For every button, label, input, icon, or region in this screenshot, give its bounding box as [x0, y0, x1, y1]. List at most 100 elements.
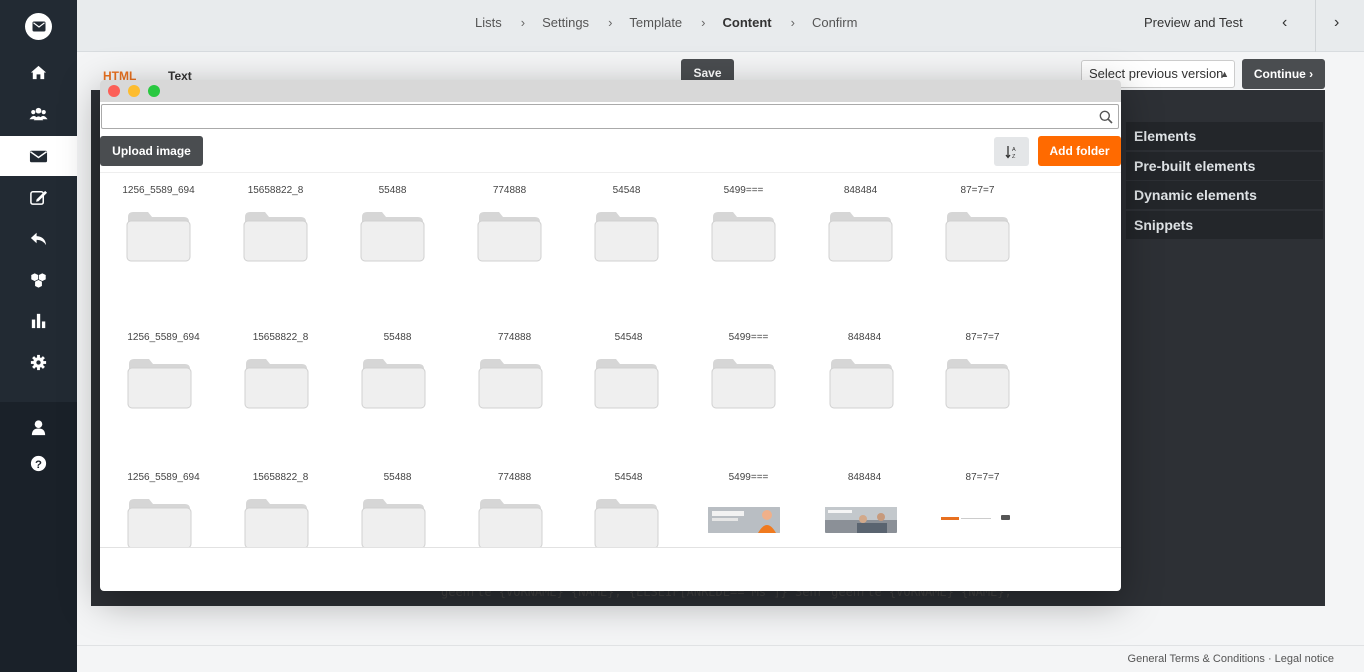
folder-icon: [711, 212, 776, 262]
folder-name: 1256_5589_694: [127, 332, 200, 343]
chevron-right-icon: ›: [701, 15, 706, 30]
folder-icon: [478, 499, 543, 547]
folder-icon: [244, 359, 309, 409]
breadcrumb-content[interactable]: Content: [723, 15, 772, 30]
folder-name: 87=7=7: [960, 185, 995, 196]
folder-item[interactable]: 15658822_8: [222, 332, 339, 472]
folder-icon: [594, 212, 659, 262]
folder-icon: [243, 212, 308, 262]
chevron-left-icon[interactable]: ‹: [1282, 14, 1287, 32]
panel-snippets[interactable]: Snippets: [1126, 211, 1323, 239]
folder-item[interactable]: 848484: [802, 185, 919, 325]
top-bar: Lists › Settings › Template › Content › …: [77, 0, 1364, 52]
breadcrumb: Lists › Settings › Template › Content › …: [475, 15, 857, 30]
app-logo-icon[interactable]: [25, 13, 52, 40]
folder-icon: [127, 499, 192, 547]
folder-grid: 1256_5589_694 15658822_8 55488 774888 54…: [100, 173, 1121, 547]
chevron-right-icon: ›: [608, 15, 613, 30]
minimize-window-icon[interactable]: [128, 85, 140, 97]
folder-name: 15658822_8: [252, 332, 309, 343]
folder-item[interactable]: 55488: [339, 332, 456, 472]
folder-item[interactable]: 55488: [334, 185, 451, 325]
cubes-icon[interactable]: [0, 260, 77, 300]
add-folder-button[interactable]: Add folder: [1038, 136, 1121, 166]
image-thumbnail: [941, 507, 1013, 533]
panel-elements[interactable]: Elements: [1126, 122, 1323, 150]
close-window-icon[interactable]: [108, 85, 120, 97]
folder-item[interactable]: 55488: [339, 472, 456, 547]
preview-and-test-link[interactable]: Preview and Test: [1144, 15, 1243, 30]
folder-icon: [828, 212, 893, 262]
continue-button[interactable]: Continue ›: [1242, 59, 1325, 89]
help-icon[interactable]: ?: [0, 443, 77, 483]
bar-chart-icon[interactable]: [0, 300, 77, 340]
panel-dynamic-elements[interactable]: Dynamic elements: [1126, 181, 1323, 209]
image-thumbnail: [708, 507, 780, 533]
folder-icon: [711, 359, 776, 409]
folder-item[interactable]: 15658822_8: [222, 472, 339, 547]
sort-alpha-icon: AZ: [1004, 145, 1016, 159]
image-name: 848484: [847, 472, 882, 483]
users-icon[interactable]: [0, 94, 77, 134]
folder-item[interactable]: 774888: [456, 472, 573, 547]
maximize-window-icon[interactable]: [148, 85, 160, 97]
folder-name: 774888: [497, 472, 532, 483]
folder-item[interactable]: 1256_5589_694: [100, 185, 217, 325]
reply-all-icon[interactable]: [0, 218, 77, 258]
divider: [100, 547, 1121, 548]
folder-name: 5499===: [723, 185, 764, 196]
image-item[interactable]: 848484: [806, 472, 923, 547]
folder-item[interactable]: 5499===: [690, 332, 807, 472]
folder-item[interactable]: 54548: [570, 332, 687, 472]
folder-name: 15658822_8: [247, 185, 304, 196]
folder-icon: [829, 359, 894, 409]
folder-icon: [126, 212, 191, 262]
folder-name: 848484: [847, 332, 882, 343]
folder-item[interactable]: 15658822_8: [217, 185, 334, 325]
svg-text:Z: Z: [1012, 154, 1016, 159]
image-name: 87=7=7: [965, 472, 1000, 483]
sort-alpha-button[interactable]: AZ: [994, 137, 1029, 166]
folder-item[interactable]: 1256_5589_694: [105, 332, 222, 472]
breadcrumb-lists[interactable]: Lists: [475, 15, 502, 30]
search-input[interactable]: [101, 104, 1119, 129]
folder-item[interactable]: 774888: [451, 185, 568, 325]
folder-item[interactable]: 5499===: [685, 185, 802, 325]
folder-item[interactable]: 87=7=7: [919, 185, 1036, 325]
panel-prebuilt-elements[interactable]: Pre-built elements: [1126, 152, 1323, 180]
gear-icon[interactable]: [0, 342, 77, 382]
folder-icon: [477, 212, 542, 262]
elements-panel: Elements Pre-built elements Dynamic elem…: [1126, 90, 1325, 606]
folder-name: 87=7=7: [965, 332, 1000, 343]
breadcrumb-template[interactable]: Template: [629, 15, 682, 30]
chevron-right-icon[interactable]: ›: [1334, 14, 1339, 32]
folder-name: 55488: [383, 472, 412, 483]
folder-icon: [945, 212, 1010, 262]
breadcrumb-settings[interactable]: Settings: [542, 15, 589, 30]
svg-text:A: A: [1012, 147, 1016, 153]
image-item[interactable]: 5499===: [690, 472, 807, 547]
modal-titlebar: [100, 80, 1121, 102]
user-icon[interactable]: [0, 407, 77, 447]
folder-item[interactable]: 54548: [568, 185, 685, 325]
folder-item[interactable]: 848484: [806, 332, 923, 472]
home-icon[interactable]: [0, 52, 77, 92]
folder-item[interactable]: 774888: [456, 332, 573, 472]
image-thumbnail: [825, 507, 897, 533]
folder-name: 15658822_8: [252, 472, 309, 483]
folder-item[interactable]: 87=7=7: [924, 332, 1041, 472]
folder-name: 848484: [843, 185, 878, 196]
search-icon[interactable]: [1099, 110, 1113, 124]
image-item[interactable]: 87=7=7: [924, 472, 1041, 547]
edit-icon[interactable]: [0, 177, 77, 217]
folder-item[interactable]: 54548: [570, 472, 687, 547]
envelope-icon[interactable]: [0, 136, 77, 176]
folder-name: 54548: [612, 185, 641, 196]
divider: [1315, 0, 1316, 52]
folder-name: 5499===: [728, 332, 769, 343]
breadcrumb-confirm[interactable]: Confirm: [812, 15, 858, 30]
upload-image-button[interactable]: Upload image: [100, 136, 203, 166]
footer: General Terms & Conditions · Legal notic…: [77, 645, 1364, 672]
folder-item[interactable]: 1256_5589_694: [105, 472, 222, 547]
footer-links[interactable]: General Terms & Conditions · Legal notic…: [1128, 653, 1334, 665]
